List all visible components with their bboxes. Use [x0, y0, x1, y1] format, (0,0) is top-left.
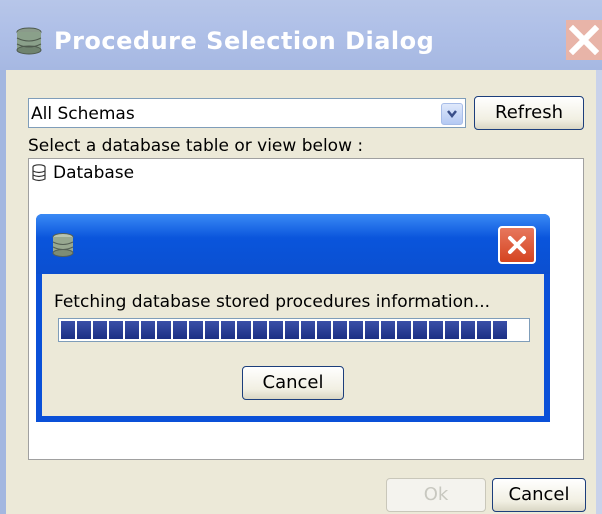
progress-segment	[237, 321, 251, 339]
progress-segment	[365, 321, 379, 339]
progress-segment	[317, 321, 331, 339]
database-icon	[32, 164, 46, 182]
close-icon	[508, 236, 526, 254]
title-bar[interactable]: Procedure Selection Dialog	[0, 0, 602, 70]
progress-segment	[157, 321, 171, 339]
progress-cancel-button[interactable]: Cancel	[242, 366, 344, 400]
database-icon	[52, 233, 74, 257]
schema-select[interactable]: All Schemas	[28, 98, 466, 128]
cancel-button[interactable]: Cancel	[492, 478, 586, 512]
schema-select-value: All Schemas	[31, 104, 135, 124]
progress-segment	[253, 321, 267, 339]
instruction-label: Select a database table or view below :	[28, 136, 364, 156]
schema-dropdown-button[interactable]	[441, 103, 463, 125]
progress-segment	[61, 321, 75, 339]
progress-segment	[221, 321, 235, 339]
progress-segment	[397, 321, 411, 339]
progress-segment	[445, 321, 459, 339]
progress-segment	[413, 321, 427, 339]
procedure-selection-dialog: Procedure Selection Dialog All Schemas R…	[0, 0, 602, 514]
progress-segment	[173, 321, 187, 339]
progress-segment	[461, 321, 475, 339]
progress-bar	[58, 318, 530, 342]
close-icon	[569, 25, 599, 55]
ok-button[interactable]: Ok	[386, 478, 486, 512]
progress-segment	[333, 321, 347, 339]
window-border-left	[0, 70, 6, 514]
progress-close-button[interactable]	[498, 226, 536, 264]
progress-segment	[205, 321, 219, 339]
progress-segment	[125, 321, 139, 339]
tree-item-database[interactable]: Database	[31, 163, 134, 183]
progress-segment	[109, 321, 123, 339]
progress-segment	[349, 321, 363, 339]
progress-message: Fetching database stored procedures info…	[54, 292, 491, 312]
progress-segment	[493, 321, 507, 339]
progress-segment	[477, 321, 491, 339]
progress-segment	[381, 321, 395, 339]
progress-segment	[429, 321, 443, 339]
window-border-right	[596, 70, 602, 514]
progress-segment	[285, 321, 299, 339]
tree-item-label: Database	[53, 163, 135, 183]
progress-segment	[301, 321, 315, 339]
progress-segment	[141, 321, 155, 339]
database-icon	[16, 27, 42, 55]
progress-segment	[77, 321, 91, 339]
refresh-button[interactable]: Refresh	[474, 96, 584, 130]
progress-segment	[269, 321, 283, 339]
progress-segment	[189, 321, 203, 339]
chevron-down-icon	[447, 110, 457, 119]
progress-segment	[93, 321, 107, 339]
close-button[interactable]	[566, 20, 602, 60]
dialog-title: Procedure Selection Dialog	[54, 27, 435, 55]
progress-dialog-title-bar[interactable]	[36, 214, 550, 274]
progress-bar-fill	[61, 321, 527, 339]
